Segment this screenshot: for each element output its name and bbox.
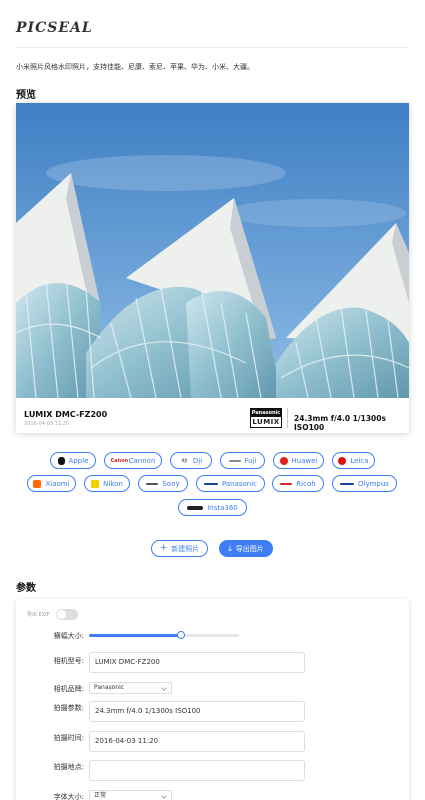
camera-brand-value: Panasonic [94, 684, 125, 691]
brand-label: Olympus [358, 479, 389, 488]
camera-brand-label: 相机品牌: [53, 685, 84, 693]
watermark-params: 24.3mm f/4.0 1/1300s ISO100 [294, 414, 386, 432]
brand-button-ricoh[interactable]: Ricoh [272, 475, 324, 492]
brand-label: Insta360 [207, 503, 238, 512]
brand-button-panasonic[interactable]: Panasonic [196, 475, 265, 492]
brand-label: Fuji [244, 456, 257, 465]
olympus-icon [340, 482, 355, 485]
slider-fill [89, 634, 181, 637]
brand-button-apple[interactable]: Apple [50, 452, 96, 469]
slider-handle[interactable] [176, 631, 185, 639]
brand-button-xiaomi[interactable]: Xiaomi [27, 475, 76, 492]
shooting-location-label: 拍摄地点: [53, 763, 84, 771]
border-size-label: 横幅大小: [53, 632, 84, 640]
shooting-time-input[interactable]: 2016-04-03 11:20 [89, 731, 305, 752]
exif-toggle[interactable] [56, 609, 78, 620]
font-size-value: 正常 [94, 792, 107, 799]
watermark-date: 2016-04-03 11:20 [24, 421, 70, 427]
brand-label: Sony [162, 479, 180, 488]
brand-label: Leica [350, 456, 369, 465]
new-photo-button[interactable]: + 新建照片 [151, 540, 208, 557]
plus-icon: + [159, 543, 168, 553]
canon-icon: Canon [110, 457, 129, 464]
watermark-separator [287, 408, 288, 428]
brand-button-leica[interactable]: Leica [332, 452, 375, 469]
brand-button-dji[interactable]: dji Dji [170, 452, 212, 469]
watermark-model: LUMIX DMC-FZ200 [24, 410, 108, 419]
huawei-icon [279, 456, 288, 465]
brand-label: Nikon [103, 479, 123, 488]
font-size-select[interactable]: 正常 [89, 790, 172, 800]
download-icon: ⤓ [228, 543, 232, 553]
panasonic-icon [203, 482, 218, 485]
page: PICSEAL 小米照片风格水印照片，支持佳能、尼康、索尼、苹果、华为、小米、大… [0, 0, 425, 800]
brand-label: Cannon [128, 456, 156, 465]
preview-photo [16, 103, 409, 398]
export-image-button[interactable]: ⤓ 导出图片 [219, 540, 273, 557]
ricoh-icon [280, 482, 293, 485]
insta360-icon [187, 505, 204, 510]
nikon-icon [91, 479, 100, 488]
brand-label: Apple [68, 456, 89, 465]
camera-model-input[interactable]: LUMIX DMC-FZ200 [89, 652, 305, 673]
shooting-time-label: 拍摄时间: [53, 734, 84, 742]
logo-top-text: Panasonic [251, 409, 281, 417]
brand-label: Xiaomi [45, 479, 70, 488]
panasonic-lumix-logo: Panasonic LUMIX [250, 408, 282, 428]
chevron-down-icon [161, 685, 167, 691]
shooting-params-input[interactable]: 24.3mm f/4.0 1/1300s ISO100 [89, 701, 305, 722]
fuji-icon [228, 459, 241, 462]
params-section-title: 参数 [16, 583, 36, 594]
app-description: 小米照片风格水印照片，支持佳能、尼康、索尼、苹果、华为、小米、大疆。 [16, 63, 254, 71]
font-size-label: 字体大小: [53, 793, 84, 800]
architecture-photo [16, 103, 409, 398]
brand-label: Dji [192, 456, 203, 465]
chevron-down-icon [161, 793, 167, 799]
leica-icon [338, 456, 347, 465]
camera-brand-select[interactable]: Panasonic [89, 682, 172, 694]
logo-bottom-text: LUMIX [252, 418, 280, 426]
params-form-panel: 导出 EXIF 横幅大小: 相机型号: LUMIX DMC-FZ200 相机品牌… [16, 599, 409, 800]
preview-section-title: 预览 [16, 90, 36, 101]
header-divider [16, 47, 409, 48]
brand-button-fuji[interactable]: Fuji [220, 452, 265, 469]
brand-button-olympus[interactable]: Olympus [332, 475, 397, 492]
dji-icon: dji [181, 457, 188, 464]
camera-model-label: 相机型号: [53, 657, 84, 665]
watermark-preview-card: LUMIX DMC-FZ200 2016-04-03 11:20 Panason… [16, 103, 409, 433]
brand-button-insta360[interactable]: Insta360 [178, 499, 247, 516]
brand-label: Huawei [291, 456, 318, 465]
apple-icon [57, 456, 65, 465]
brand-button-sony[interactable]: Sony [138, 475, 188, 492]
sony-icon [146, 482, 159, 485]
brand-button-cannon[interactable]: Canon Cannon [104, 452, 162, 469]
brand-button-huawei[interactable]: Huawei [273, 452, 324, 469]
xiaomi-icon [33, 479, 42, 488]
new-photo-label: 新建照片 [171, 544, 200, 553]
brand-label: Panasonic [221, 479, 258, 488]
app-logo: PICSEAL [16, 20, 93, 36]
shooting-location-input[interactable] [89, 760, 305, 781]
exif-toggle-label: 导出 EXIF [27, 612, 50, 618]
brand-button-nikon[interactable]: Nikon [84, 475, 130, 492]
export-image-label: 导出图片 [235, 544, 264, 553]
shooting-params-label: 拍摄参数: [53, 704, 84, 712]
border-size-slider[interactable] [89, 631, 239, 639]
brand-label: Ricoh [296, 479, 316, 488]
